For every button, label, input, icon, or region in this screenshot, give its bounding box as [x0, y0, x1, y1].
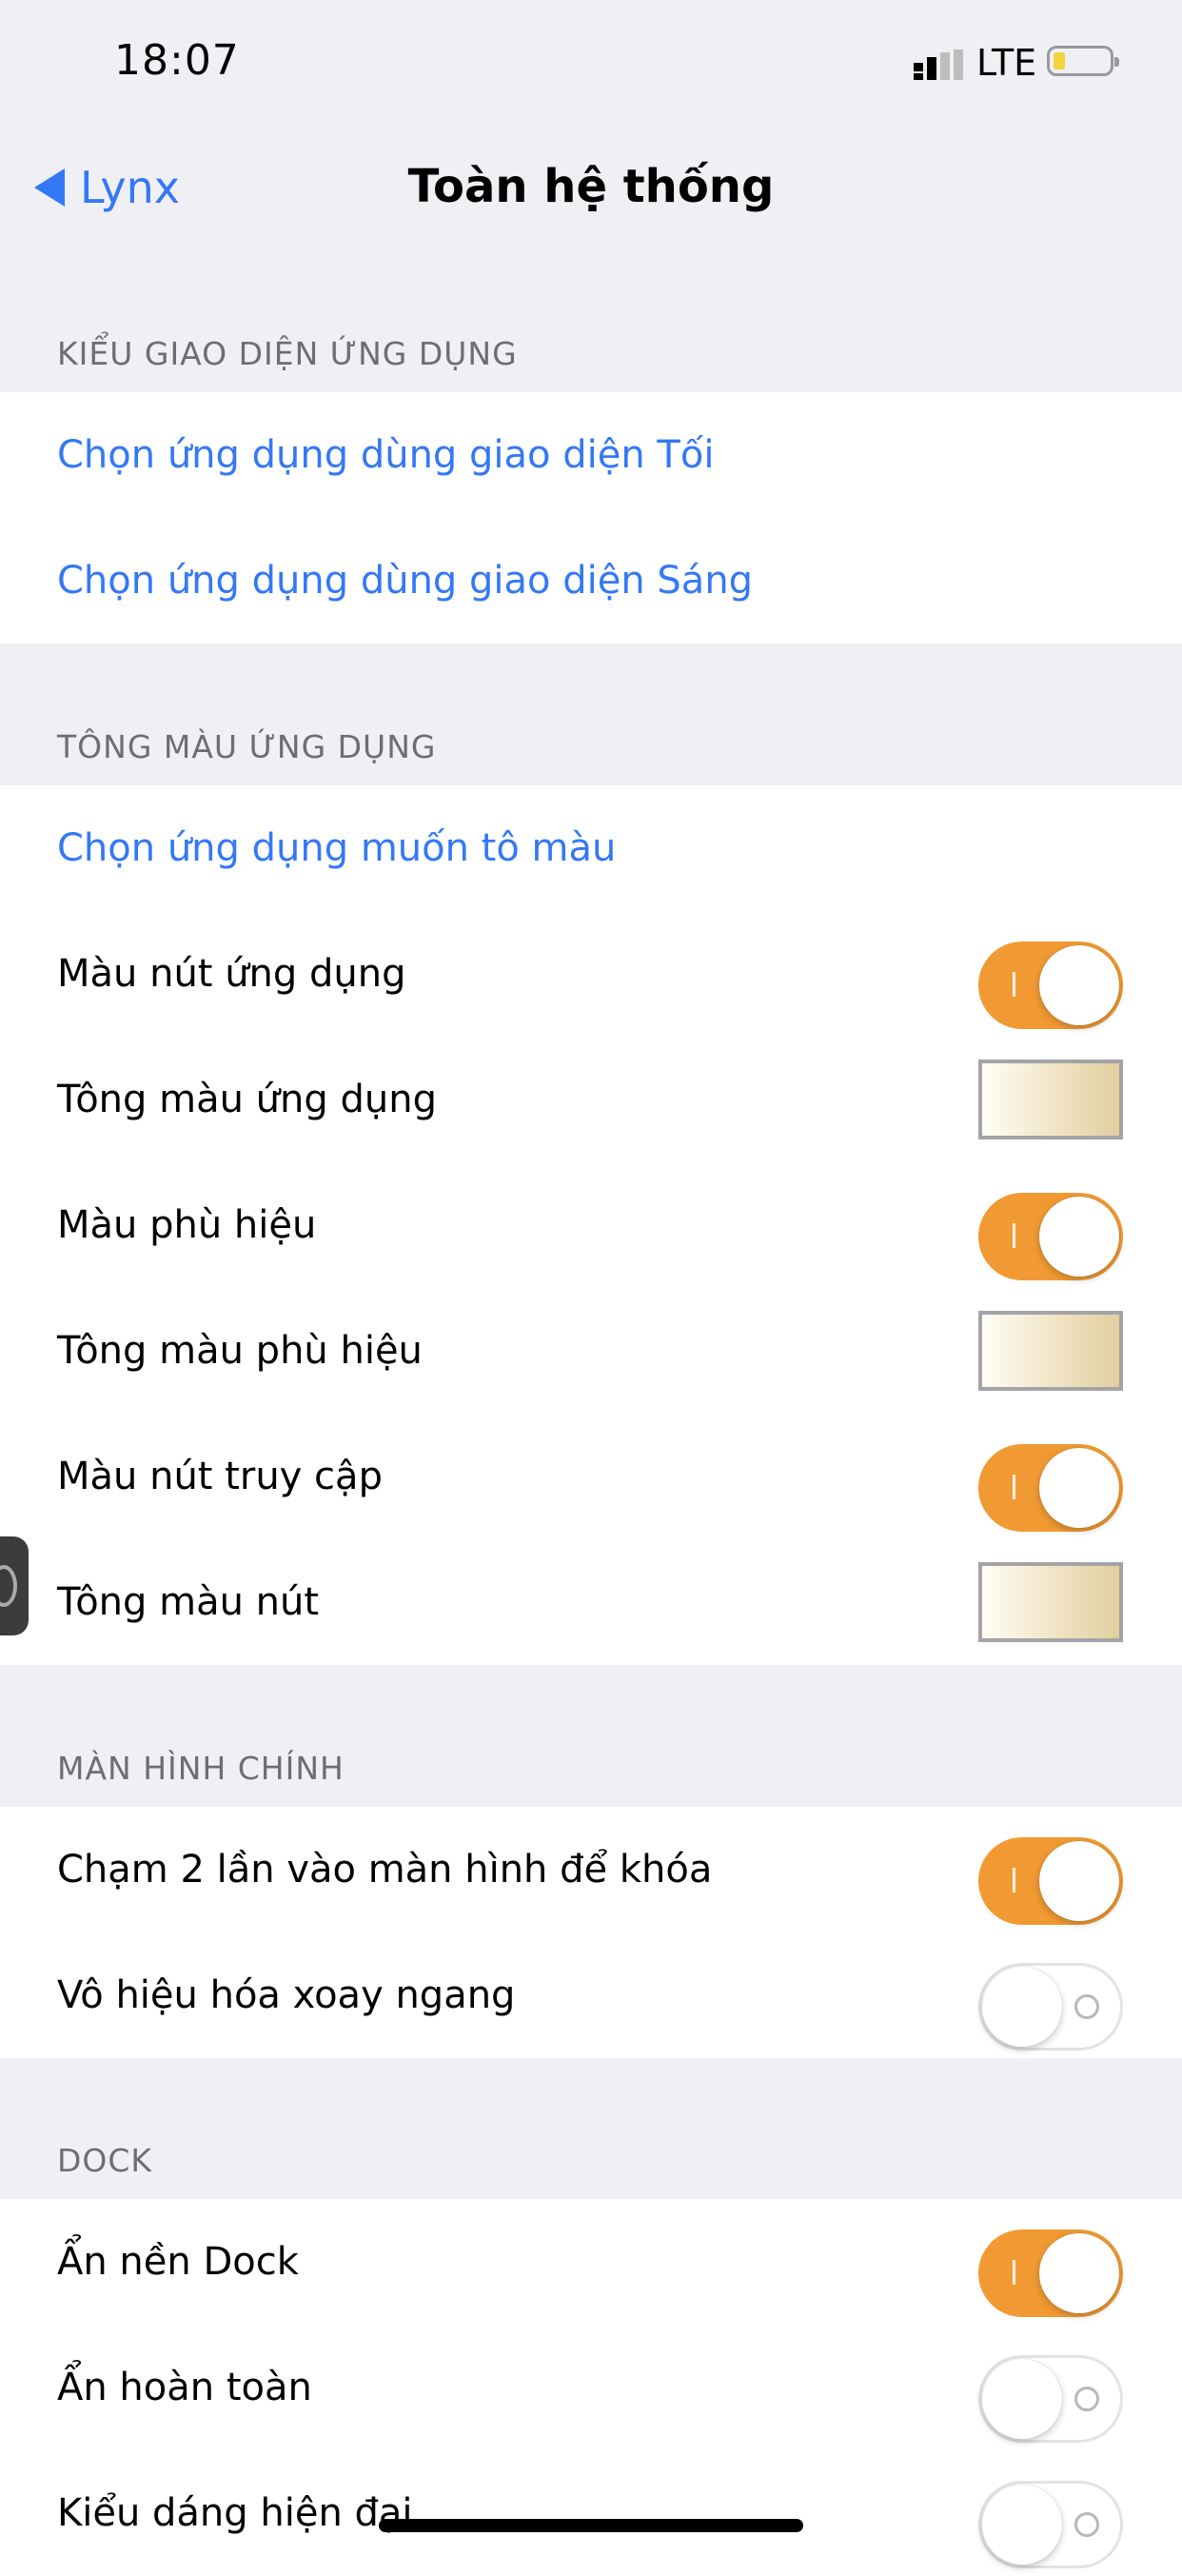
group-app-tint: Chọn ứng dụng muốn tô màu Màu nút ứng dụ…	[0, 785, 1182, 1665]
status-bar: 18:07 LTE	[0, 0, 1182, 133]
app-button-color-row: Màu nút ứng dụng	[0, 911, 1182, 1037]
badge-color-label: Màu phù hiệu	[57, 1203, 317, 1247]
hide-completely-label: Ẩn hoàn toàn	[57, 2366, 312, 2409]
status-time: 18:07	[114, 36, 240, 85]
choose-light-apps-row[interactable]: Chọn ứng dụng dùng giao diện Sáng	[0, 518, 1182, 644]
section-header-dock: DOCK	[57, 2142, 153, 2179]
hide-completely-toggle[interactable]	[978, 2355, 1123, 2443]
modern-style-row: Kiểu dáng hiện đại	[0, 2450, 1182, 2576]
network-type: LTE	[976, 42, 1037, 84]
modern-style-label: Kiểu dáng hiện đại	[57, 2491, 413, 2535]
access-button-color-label: Màu nút truy cập	[57, 1455, 383, 1498]
section-header-home-screen: MÀN HÌNH CHÍNH	[57, 1750, 345, 1787]
navigation-bar: Lynx Toàn hệ thống	[0, 133, 1182, 251]
hide-dock-background-toggle[interactable]	[978, 2229, 1123, 2317]
app-button-color-label: Màu nút ứng dụng	[57, 952, 406, 996]
group-app-style: Chọn ứng dụng dùng giao diện Tối Chọn ứn…	[0, 392, 1182, 644]
disable-landscape-label: Vô hiệu hóa xoay ngang	[57, 1973, 516, 2017]
button-tint-label: Tông màu nút	[57, 1580, 320, 1624]
app-tint-label: Tông màu ứng dụng	[57, 1078, 437, 1121]
badge-color-toggle[interactable]	[978, 1193, 1123, 1280]
app-button-color-toggle[interactable]	[978, 941, 1123, 1029]
button-tint-row: Tông màu nút	[0, 1539, 1182, 1665]
double-tap-lock-label: Chạm 2 lần vào màn hình để khóa	[57, 1848, 713, 1892]
choose-tint-apps-link[interactable]: Chọn ứng dụng muốn tô màu	[57, 785, 616, 911]
choose-light-apps-link[interactable]: Chọn ứng dụng dùng giao diện Sáng	[57, 518, 753, 644]
choose-tint-apps-row[interactable]: Chọn ứng dụng muốn tô màu	[0, 785, 1182, 911]
cellular-signal-icon	[914, 50, 963, 80]
battery-icon	[1047, 46, 1119, 76]
double-tap-lock-toggle[interactable]	[978, 1837, 1123, 1925]
modern-style-toggle[interactable]	[978, 2481, 1123, 2568]
section-header-app-tint: TÔNG MÀU ỨNG DỤNG	[57, 728, 437, 765]
hide-dock-background-label: Ẩn nền Dock	[57, 2240, 299, 2284]
button-tint-swatch[interactable]	[978, 1562, 1123, 1642]
disable-landscape-toggle[interactable]	[978, 1963, 1123, 2051]
access-button-color-row: Màu nút truy cập	[0, 1414, 1182, 1539]
badge-tint-row: Tông màu phù hiệu	[0, 1288, 1182, 1414]
badge-tint-swatch[interactable]	[978, 1311, 1123, 1391]
badge-tint-label: Tông màu phù hiệu	[57, 1329, 423, 1373]
page-title: Toàn hệ thống	[407, 160, 775, 213]
hide-dock-background-row: Ẩn nền Dock	[0, 2199, 1182, 2325]
app-tint-swatch[interactable]	[978, 1060, 1123, 1139]
hide-completely-row: Ẩn hoàn toàn	[0, 2325, 1182, 2450]
badge-color-row: Màu phù hiệu	[0, 1162, 1182, 1288]
app-tint-row: Tông màu ứng dụng	[0, 1037, 1182, 1162]
choose-dark-apps-row[interactable]: Chọn ứng dụng dùng giao diện Tối	[0, 392, 1182, 518]
access-button-color-toggle[interactable]	[978, 1444, 1123, 1532]
group-home-screen: Chạm 2 lần vào màn hình để khóa Vô hiệu …	[0, 1807, 1182, 2058]
home-indicator[interactable]	[379, 2519, 803, 2532]
double-tap-lock-row: Chạm 2 lần vào màn hình để khóa	[0, 1807, 1182, 1932]
disable-landscape-row: Vô hiệu hóa xoay ngang	[0, 1932, 1182, 2058]
assistive-touch-icon[interactable]	[0, 1536, 29, 1635]
choose-dark-apps-link[interactable]: Chọn ứng dụng dùng giao diện Tối	[57, 392, 714, 518]
section-header-app-style: KIỂU GIAO DIỆN ỨNG DỤNG	[57, 335, 518, 372]
